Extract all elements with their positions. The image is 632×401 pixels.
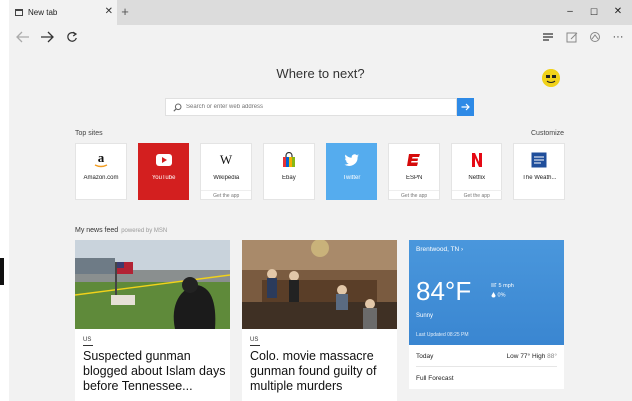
- wikipedia-logo-icon: W: [201, 152, 251, 168]
- top-sites-grid: a Amazon.com YouTube W Wikipedia Get the…: [75, 143, 565, 200]
- today-range: Low 77° High 88°: [506, 353, 557, 360]
- news-image-courtroom: [242, 240, 397, 329]
- top-sites-label: Top sites: [75, 130, 103, 137]
- maximize-button[interactable]: ☐: [588, 6, 600, 18]
- avatar-face-icon: [542, 69, 560, 87]
- tab-strip: New tab ✕ + – ☐ ✕: [9, 0, 632, 25]
- search-input[interactable]: [186, 99, 446, 115]
- get-app-link[interactable]: Get the app: [451, 190, 502, 199]
- more-button[interactable]: ···: [609, 28, 627, 46]
- news-headline[interactable]: Colo. movie massacre gunman found guilty…: [250, 349, 395, 394]
- tile-label: Twitter: [342, 175, 361, 181]
- search-go-button[interactable]: [457, 98, 474, 116]
- hub-button[interactable]: [539, 28, 557, 46]
- today-label: Today: [416, 353, 434, 360]
- news-headline[interactable]: Suspected gunman blogged about Islam day…: [83, 349, 228, 394]
- shopping-bag-icon: [264, 152, 314, 168]
- weather-banner: Brentwood, TN › 84°F 5 mph 0% Sunny Last…: [409, 240, 564, 345]
- tile-label: Wikipedia: [213, 175, 240, 181]
- get-app-link[interactable]: Get the app: [389, 190, 440, 199]
- tile-label: YouTube: [151, 175, 176, 181]
- weather-condition: Sunny: [416, 313, 434, 319]
- powered-by-label: powered by MSN: [121, 228, 168, 234]
- tab-title: New tab: [28, 8, 58, 17]
- weather-location[interactable]: Brentwood, TN ›: [416, 246, 463, 253]
- reading-list-icon: [543, 33, 553, 41]
- close-window-button[interactable]: ✕: [612, 6, 624, 18]
- weather-today-row: Today Low 77° High 88°: [416, 353, 557, 360]
- forward-button[interactable]: [38, 28, 56, 46]
- arrow-right-icon: [41, 31, 54, 43]
- browser-window: New tab ✕ + – ☐ ✕ ··· Where to next? Sea…: [9, 0, 632, 401]
- navigation-bar: ···: [9, 25, 632, 49]
- weather-card[interactable]: Brentwood, TN › 84°F 5 mph 0% Sunny Last…: [409, 240, 564, 389]
- refresh-button[interactable]: [63, 28, 81, 46]
- tile-label: The Weath...: [522, 175, 557, 181]
- page-icon: [15, 9, 23, 16]
- arrow-right-icon: [461, 103, 470, 111]
- news-image-memorial: [75, 240, 230, 329]
- chevron-right-icon: ›: [461, 246, 464, 253]
- tile-twitter[interactable]: Twitter: [325, 143, 378, 200]
- web-note-button[interactable]: [563, 28, 581, 46]
- share-icon: [590, 32, 600, 42]
- espn-logo-icon: [389, 152, 439, 168]
- news-category: US: [83, 337, 92, 343]
- category-underline: [83, 345, 93, 346]
- weather-wind: 5 mph: [491, 281, 514, 289]
- weather-divider: [416, 366, 557, 367]
- raindrop-icon: [491, 292, 496, 298]
- category-underline: [250, 345, 260, 346]
- share-button[interactable]: [586, 28, 604, 46]
- netflix-logo-icon: [452, 152, 502, 168]
- customize-link[interactable]: Customize: [531, 130, 564, 137]
- get-app-link[interactable]: Get the app: [201, 190, 252, 199]
- search-box: [165, 98, 457, 116]
- minimize-button[interactable]: –: [564, 6, 576, 18]
- svg-text:a: a: [98, 152, 105, 165]
- news-feed-heading: My news feed powered by MSN: [75, 227, 167, 234]
- search-icon: [173, 103, 182, 112]
- news-feed-label: My news feed: [75, 227, 119, 234]
- wind-icon: [491, 281, 497, 287]
- refresh-icon: [67, 31, 78, 42]
- tile-label: Ebay: [282, 175, 296, 181]
- tile-espn[interactable]: ESPN Get the app: [388, 143, 440, 200]
- tab-new-tab[interactable]: New tab ✕: [9, 0, 117, 25]
- tile-youtube[interactable]: YouTube: [137, 143, 190, 200]
- weather-temperature: 84°F: [416, 276, 472, 306]
- twitter-bird-icon: [327, 152, 377, 168]
- tile-weather-channel[interactable]: The Weath...: [513, 143, 565, 200]
- weather-precipitation: 0%: [491, 292, 505, 298]
- tile-label: Netflix: [468, 175, 486, 181]
- avatar[interactable]: [542, 69, 560, 87]
- full-forecast-link[interactable]: Full Forecast: [416, 375, 557, 382]
- youtube-play-icon: [139, 152, 189, 168]
- amazon-logo-icon: a: [76, 152, 126, 168]
- tab-close-icon[interactable]: ✕: [105, 7, 113, 17]
- tile-label: Amazon.com: [83, 175, 119, 181]
- news-category: US: [250, 337, 259, 343]
- web-note-icon: [566, 32, 578, 43]
- tile-netflix[interactable]: Netflix Get the app: [450, 143, 503, 200]
- tile-wikipedia[interactable]: W Wikipedia Get the app: [200, 143, 252, 200]
- svg-text:W: W: [220, 152, 233, 167]
- left-edge-bar: [0, 258, 4, 285]
- weather-channel-logo-icon: [514, 152, 564, 168]
- news-card-tennessee[interactable]: US Suspected gunman blogged about Islam …: [75, 240, 230, 401]
- tile-label: ESPN: [405, 175, 423, 181]
- page-title: Where to next?: [276, 66, 365, 81]
- tile-ebay[interactable]: Ebay: [262, 143, 315, 200]
- news-card-colorado[interactable]: US Colo. movie massacre gunman found gui…: [242, 240, 397, 401]
- weather-updated: Last Updated 08:25 PM: [416, 332, 469, 338]
- back-button[interactable]: [14, 28, 32, 46]
- tile-amazon[interactable]: a Amazon.com: [75, 143, 127, 200]
- arrow-left-icon: [16, 31, 29, 43]
- new-tab-button[interactable]: +: [117, 4, 133, 20]
